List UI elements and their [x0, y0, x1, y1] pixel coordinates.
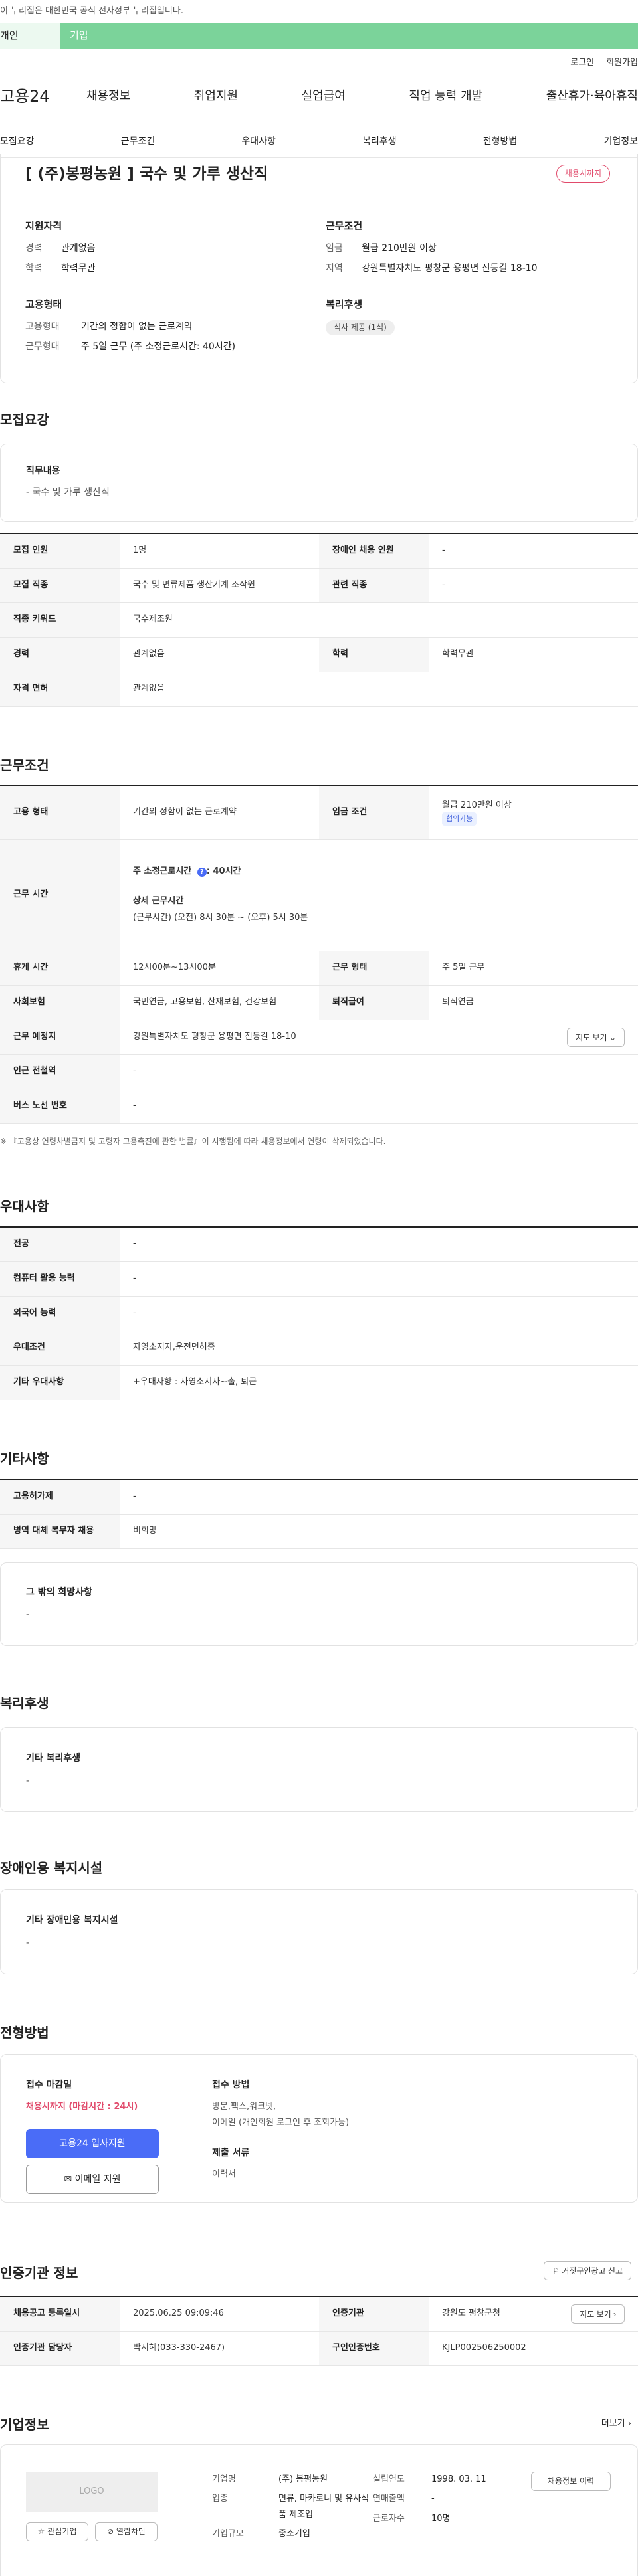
etc-heading: 기타사항 — [0, 1451, 49, 1467]
summary-cond: 근무조건 임금 월급 210만원 이상 지역 강원특별자치도 평창군 용평면 진등길… — [326, 220, 538, 274]
snb-work[interactable]: 근무조건 — [121, 135, 156, 148]
work-heading: 근무조건 — [0, 757, 49, 773]
job-title: [ (주)봉평농원 ] 국수 및 가루 생산직 — [25, 165, 268, 183]
login-link[interactable]: 로그인 — [570, 57, 594, 70]
section-nav: 모집요강 근무조건 우대사항 복리후생 전형방법 기업정보 — [0, 126, 638, 158]
fav-button[interactable]: ☆ 관심기업 — [26, 2522, 88, 2542]
star-icon: ☆ — [37, 2527, 45, 2536]
pref-table: 전공 - 컴퓨터 활용 능력 - 외국어 능력 - 우대조건 자영소지자,운전면허증 기… — [0, 1226, 638, 1400]
disabled-heading: 장애인용 복지시설 — [0, 1860, 103, 1876]
nav-unemployment[interactable]: 실업급여 — [302, 88, 346, 105]
welfare-card: 기타 복리후생 - — [0, 1727, 638, 1812]
report-button[interactable]: ⚐ 거짓구인광고 신고 — [544, 2261, 631, 2280]
nav-training[interactable]: 직업 능력 개발 — [409, 88, 482, 105]
block-button[interactable]: ⊘ 열람차단 — [95, 2522, 158, 2542]
summary-type: 고용형태 고용형태 기간의 정함이 없는 근로계약 근무형태 주 5일 근무 (주 … — [25, 298, 236, 353]
deadline-badge: 채용시까지 — [556, 165, 610, 183]
history-button[interactable]: 채용정보 이력 — [531, 2472, 611, 2492]
tab-company[interactable]: 기업 — [60, 23, 638, 49]
company-logo: LOGO — [26, 2472, 158, 2512]
pref-heading: 우대사항 — [0, 1198, 49, 1214]
snb-pref[interactable]: 우대사항 — [241, 135, 276, 148]
mail-icon: ✉ — [64, 2174, 72, 2185]
work-table: 고용 형태 기간의 정함이 없는 근로계약 임금 조건 월급 210만원 이상 협의가능… — [0, 785, 638, 1124]
agency-map-button[interactable]: 지도 보기 › — [571, 2304, 625, 2324]
wish-card: 그 밖의 희망사항 - — [0, 1562, 638, 1646]
report-icon: ⚐ — [552, 2266, 560, 2276]
etc-table: 고용허가제 - 병역 대체 복무자 채용 비희망 — [0, 1479, 638, 1549]
company-card: LOGO ☆ 관심기업 ⊘ 열람차단 기업명 (주) 봉평농원 업종 면류, 마카로… — [0, 2444, 638, 2576]
nav-employment-support[interactable]: 취업지원 — [194, 88, 238, 105]
snb-process[interactable]: 전형방법 — [483, 135, 518, 148]
help-icon: ? — [197, 868, 207, 877]
block-icon: ⊘ — [106, 2527, 114, 2536]
recruit-table: 모집 인원 1명 장애인 채용 인원 - 모집 직종 국수 및 면류제품 생산기계 조작… — [0, 533, 638, 707]
chevron-down-icon: ⌄ — [609, 1033, 616, 1042]
email-apply-button[interactable]: ✉ 이메일 지원 — [26, 2165, 159, 2195]
welfare-chip: 식사 제공 (1식) — [326, 320, 395, 336]
snb-recruit[interactable]: 모집요강 — [0, 135, 35, 148]
signup-link[interactable]: 회원가입 — [606, 57, 638, 70]
duty-card: 직무내용 - 국수 및 가루 생산직 — [0, 444, 638, 522]
process-heading: 전형방법 — [0, 2025, 49, 2041]
recruit-heading: 모집요강 — [0, 412, 49, 428]
negotiable-tag: 협의가능 — [442, 812, 477, 826]
deadline-text: 채용시까지 (마감시간 : 24시) — [26, 2102, 138, 2112]
snb-company[interactable]: 기업정보 — [603, 135, 638, 148]
apply-button[interactable]: 고용24 입사지원 — [26, 2129, 159, 2159]
summary-qual: 지원자격 경력 관계없음 학력 학력무관 — [25, 220, 96, 274]
welfare-heading: 복리후생 — [0, 1695, 49, 1711]
gov-notice: 이 누리집은 대한민국 공식 전자정부 누리집입니다. — [0, 6, 183, 16]
nav-jobs[interactable]: 채용정보 — [86, 88, 130, 105]
summary-welfare: 복리후생 식사 제공 (1식) — [326, 298, 611, 336]
global-nav: 고용24 채용정보 취업지원 실업급여 직업 능력 개발 출산휴가·육아휴직 — [0, 85, 638, 108]
page: 이 누리집은 대한민국 공식 전자정부 누리집입니다. 개인 기업 로그인 회원… — [0, 0, 638, 2576]
user-tabs: 개인 기업 — [0, 23, 638, 49]
site-logo[interactable]: 고용24 — [0, 85, 86, 108]
company-heading: 기업정보 — [0, 2417, 49, 2433]
agency-table: 채용공고 등록일시 2025.06.25 09:09:46 인증기관 강원도 평창군청… — [0, 2296, 638, 2366]
utility-links: 로그인 회원가입 — [570, 57, 638, 70]
tab-personal[interactable]: 개인 — [0, 23, 60, 49]
age-note: ※ 『고용상 연령차별금지 및 고령자 고용촉진에 관한 법률』이 시행됨에 따… — [0, 1137, 386, 1146]
process-card: 접수 마감일 채용시까지 (마감시간 : 24시) 고용24 입사지원 ✉ 이메… — [0, 2054, 638, 2203]
more-link[interactable]: 더보기 › — [601, 2418, 631, 2431]
agency-heading: 인증기관 정보 — [0, 2265, 78, 2281]
snb-welfare[interactable]: 복리후생 — [362, 135, 397, 148]
nav-leave[interactable]: 출산휴가·육아휴직 — [546, 88, 638, 105]
map-button[interactable]: 지도 보기 ⌄ — [567, 1028, 625, 1047]
disabled-card: 기타 장애인용 복지시설 - — [0, 1889, 638, 1974]
